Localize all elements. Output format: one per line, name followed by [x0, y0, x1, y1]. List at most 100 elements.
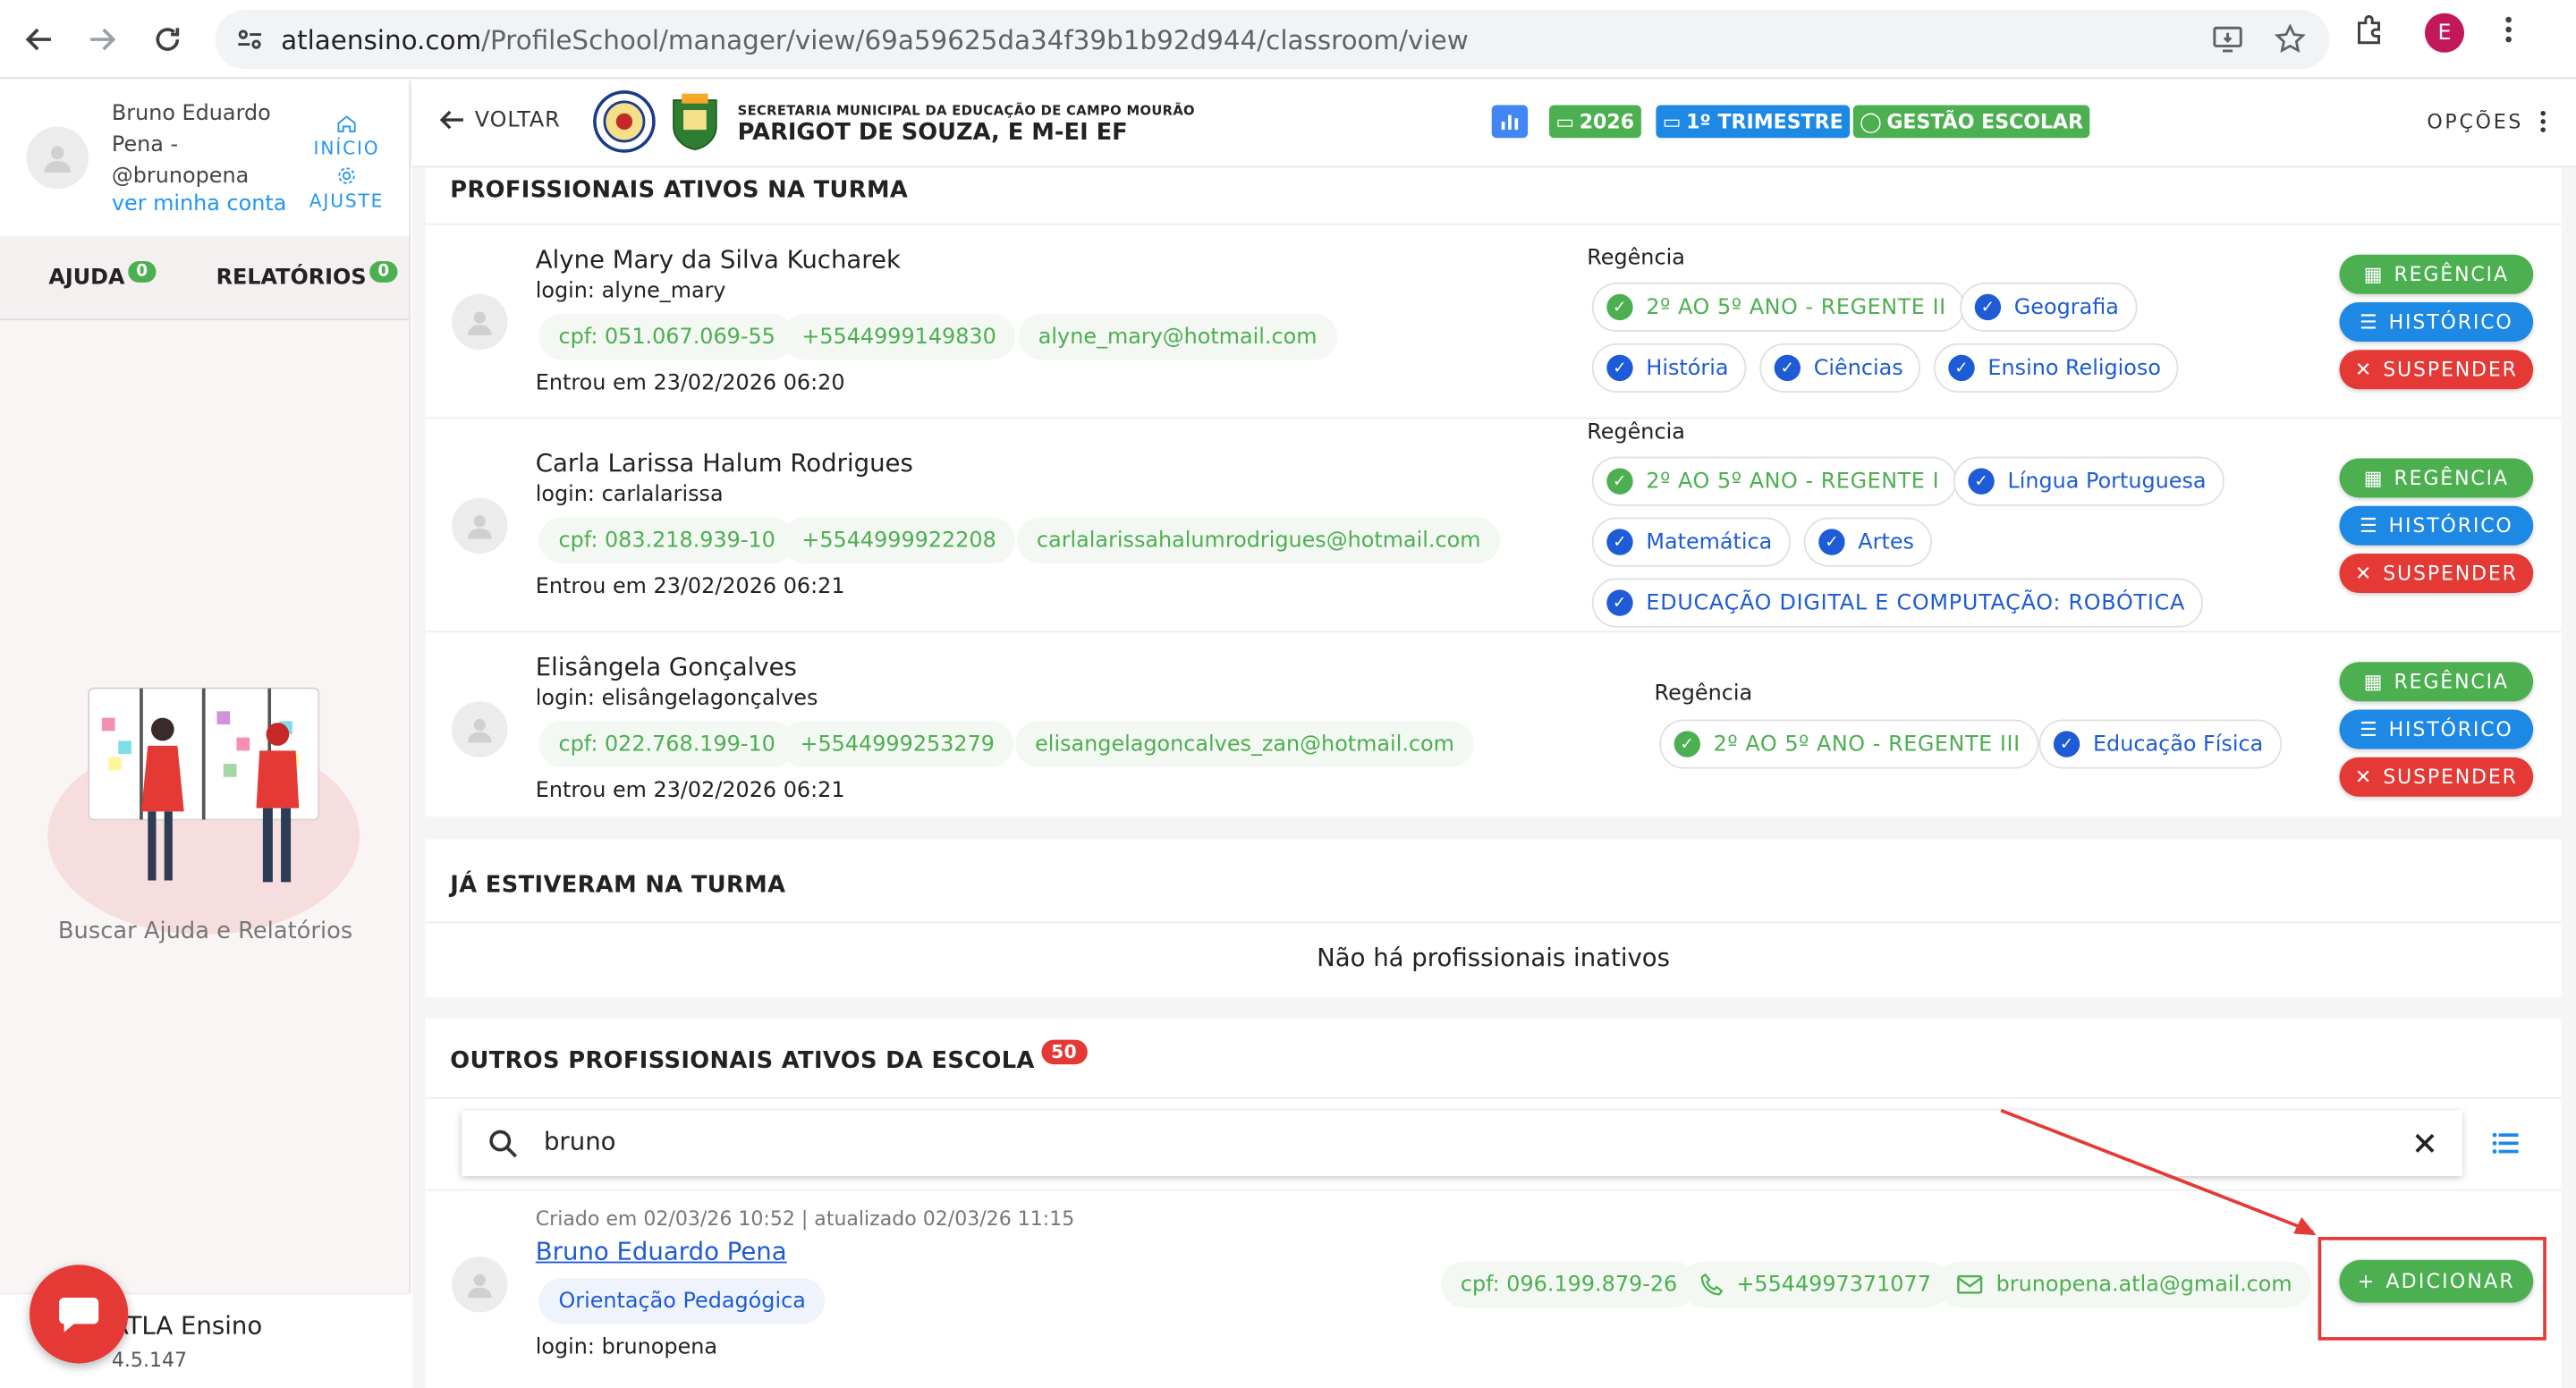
- url-host: atlaensino.com: [281, 23, 482, 55]
- list-view-icon[interactable]: [2492, 1131, 2519, 1155]
- extensions-puzzle-icon[interactable]: [2352, 13, 2385, 53]
- subject-chip[interactable]: ✓ Língua Portuguesa: [1953, 456, 2224, 506]
- settings-label: AJUSTE: [309, 190, 385, 212]
- joined-date: Entrou em 23/02/2026 06:20: [535, 371, 845, 396]
- chip-label: 2º AO 5º ANO - REGENTE II: [1646, 294, 1946, 320]
- profile-avatar[interactable]: E: [2424, 13, 2465, 53]
- subject-chip[interactable]: ✓ História: [1591, 343, 1747, 393]
- professional-login: login: elisângelagonçalves: [535, 686, 818, 712]
- year-chip[interactable]: ▭ 2026: [1549, 105, 1641, 139]
- professional-name: Alyne Mary da Silva Kucharek: [535, 244, 901, 275]
- forward-arrow-icon[interactable]: [69, 6, 134, 72]
- subject-chip[interactable]: ✓ Matemática: [1591, 517, 1791, 567]
- history-button-label: HISTÓRICO: [2388, 513, 2513, 537]
- subject-chip[interactable]: ✓ 2º AO 5º ANO - REGENTE I: [1591, 456, 1958, 506]
- history-button-label: HISTÓRICO: [2388, 717, 2513, 741]
- subject-chip[interactable]: ✓ 2º AO 5º ANO - REGENTE II: [1591, 282, 1964, 333]
- regencia-button[interactable]: ▦ REGÊNCIA: [2339, 662, 2534, 702]
- back-label: VOLTAR: [474, 107, 561, 132]
- professional-name: Elisângela Gonçalves: [535, 652, 797, 682]
- sidebar-tabs: AJUDA 0 RELATÓRIOS 0: [0, 238, 410, 321]
- empty-inactive-text: Não há profissionais inativos: [1317, 943, 1671, 973]
- others-section-title: OUTROS PROFISSIONAIS ATIVOS DA ESCOLA 50: [450, 1039, 1088, 1075]
- suspend-button[interactable]: ✕ SUSPENDER: [2339, 757, 2534, 797]
- home-icon: [337, 115, 356, 132]
- subject-chip[interactable]: ✓ EDUCAÇÃO DIGITAL E COMPUTAÇÃO: ROBÓTICA: [1591, 578, 2204, 628]
- regencia-button[interactable]: ▦ REGÊNCIA: [2339, 254, 2534, 294]
- user-avatar[interactable]: [26, 126, 89, 190]
- cpf-pill: cpf: 022.768.199-10: [538, 721, 795, 767]
- subject-chip[interactable]: ✓ Ciências: [1759, 343, 1921, 393]
- history-button[interactable]: ☰ HISTÓRICO: [2339, 709, 2534, 749]
- settings-button[interactable]: AJUSTE: [297, 166, 395, 212]
- professional-login: login: alyne_mary: [535, 279, 726, 304]
- check-icon: ✓: [1606, 589, 1633, 616]
- search-icon: [489, 1130, 518, 1158]
- options-button[interactable]: OPÇÕES: [2427, 110, 2546, 133]
- close-icon: ✕: [2354, 765, 2374, 789]
- regencia-label: Regência: [1587, 246, 1685, 272]
- gear-icon: [338, 167, 355, 184]
- back-button[interactable]: VOLTAR: [438, 106, 560, 132]
- tab-help[interactable]: AJUDA 0: [0, 238, 205, 318]
- chat-button[interactable]: [30, 1265, 129, 1364]
- calendar-icon: ▦: [2363, 262, 2385, 286]
- history-button-label: HISTÓRICO: [2388, 310, 2513, 334]
- suspend-button-label: SUSPENDER: [2383, 765, 2518, 789]
- app-name: ATLA Ensino: [111, 1310, 263, 1341]
- tab-reports[interactable]: RELATÓRIOS 0: [205, 238, 410, 318]
- avatar: [452, 293, 508, 351]
- help-illustration: [47, 687, 360, 935]
- annotation-arrow-icon: [2000, 1108, 2317, 1236]
- reload-icon[interactable]: [135, 6, 200, 72]
- inactive-professionals-card: JÁ ESTIVERAM NA TURMA Não há profissiona…: [425, 839, 2562, 997]
- suspend-button[interactable]: ✕ SUSPENDER: [2339, 350, 2534, 390]
- view-account-link[interactable]: ver minha conta: [112, 192, 286, 217]
- app-header: VOLTAR SECRETARIA MUNICIPAL DA EDUCAÇÃO …: [412, 80, 2576, 168]
- kebab-menu-icon[interactable]: [2504, 15, 2513, 51]
- cpf-pill: cpf: 083.218.939-10: [538, 517, 795, 563]
- email-pill: alyne_mary@hotmail.com: [1018, 313, 1337, 360]
- close-icon: ✕: [2354, 358, 2374, 382]
- history-button[interactable]: ☰ HISTÓRICO: [2339, 505, 2534, 546]
- subject-chip[interactable]: ✓ Educação Física: [2038, 719, 2282, 769]
- home-button[interactable]: INÍCIO: [297, 114, 395, 159]
- suspend-button[interactable]: ✕ SUSPENDER: [2339, 553, 2534, 594]
- chip-label: Geografia: [2013, 294, 2119, 320]
- term-chip[interactable]: ▭ 1º TRIMESTRE: [1656, 105, 1851, 139]
- back-arrow-icon[interactable]: [6, 6, 72, 72]
- browser-toolbar: atlaensino.com/ProfileSchool/manager/vie…: [0, 0, 2576, 80]
- check-icon: ✓: [1606, 529, 1633, 555]
- address-bar[interactable]: atlaensino.com/ProfileSchool/manager/vie…: [215, 10, 2330, 70]
- site-info-icon[interactable]: [235, 25, 265, 61]
- check-icon: ✓: [1948, 354, 1975, 382]
- regencia-button-label: REGÊNCIA: [2394, 670, 2509, 694]
- regencia-button[interactable]: ▦ REGÊNCIA: [2339, 458, 2534, 498]
- clear-search-icon[interactable]: [2413, 1131, 2436, 1155]
- app-version: 4.5.147: [111, 1348, 188, 1372]
- year-label: 2026: [1579, 110, 1635, 133]
- install-app-icon[interactable]: [2211, 23, 2244, 63]
- others-title-text: OUTROS PROFISSIONAIS ATIVOS DA ESCOLA: [450, 1047, 1035, 1075]
- check-icon: ✓: [1968, 468, 1995, 495]
- history-button[interactable]: ☰ HISTÓRICO: [2339, 301, 2534, 343]
- chat-bubble-icon: [59, 1297, 99, 1333]
- check-icon: ✓: [1774, 354, 1801, 382]
- email-pill: brunopena.atla@gmail.com: [1936, 1261, 2312, 1308]
- cpf-pill: cpf: 051.067.069-55: [538, 313, 795, 360]
- subject-chip[interactable]: ✓ Ensino Religioso: [1933, 343, 2180, 393]
- calendar-icon: ▦: [2363, 670, 2385, 694]
- search-input[interactable]: bruno: [544, 1127, 616, 1156]
- subject-chip[interactable]: ✓ Geografia: [1960, 282, 2138, 333]
- subject-chip[interactable]: ✓ Artes: [1803, 517, 1933, 567]
- school-management-chip[interactable]: ◯ GESTÃO ESCOLAR: [1852, 105, 2090, 139]
- reports-count-badge: 0: [369, 261, 398, 283]
- stats-chart-button[interactable]: [1491, 105, 1529, 139]
- regencia-button-label: REGÊNCIA: [2394, 466, 2509, 490]
- professional-profile-link[interactable]: Bruno Eduardo Pena: [536, 1237, 787, 1266]
- created-updated-meta: Criado em 02/03/26 10:52 | atualizado 02…: [535, 1206, 1075, 1231]
- school-department: SECRETARIA MUNICIPAL DA EDUCAÇÃO DE CAMP…: [737, 103, 1195, 119]
- bookmark-star-icon[interactable]: [2274, 23, 2307, 63]
- subject-chip[interactable]: ✓ 2º AO 5º ANO - REGENTE III: [1659, 719, 2038, 769]
- check-icon: ✓: [1606, 293, 1633, 321]
